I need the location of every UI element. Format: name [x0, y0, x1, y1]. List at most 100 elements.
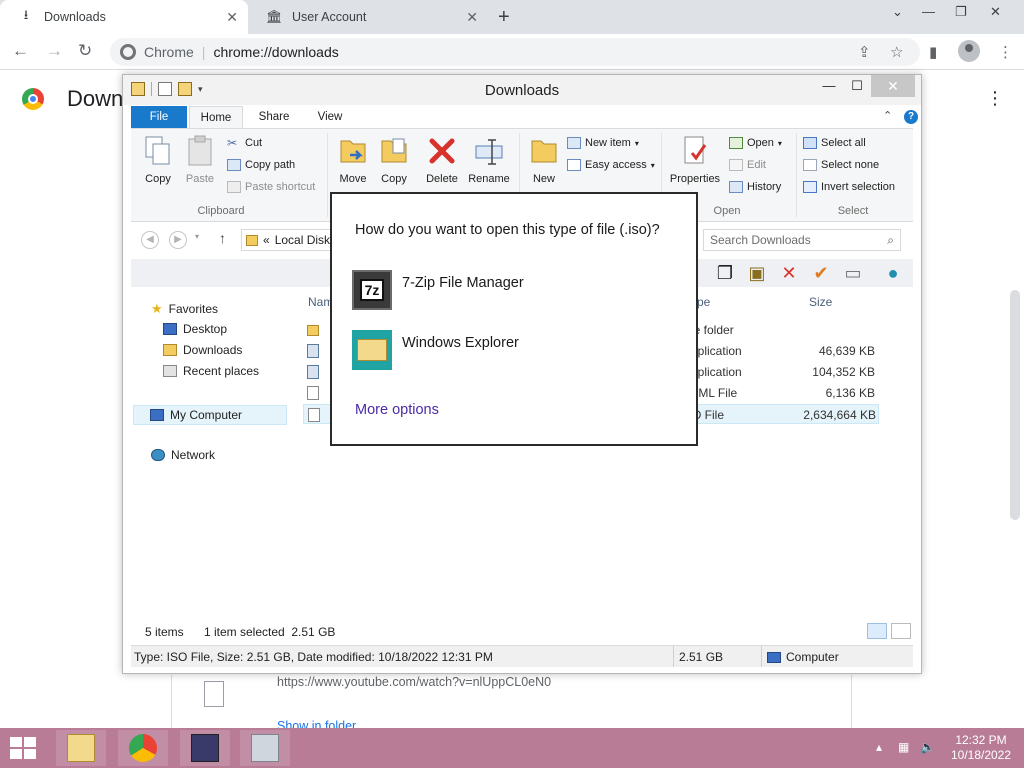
chevron-down-icon[interactable]: ⌄	[892, 4, 903, 20]
select-none-button[interactable]: Select none	[803, 159, 879, 171]
easy-access-button[interactable]: Easy access ▾	[567, 159, 655, 171]
up-arrow-icon[interactable]: ↑	[219, 230, 226, 246]
new-folder-button[interactable]: New folder	[525, 135, 563, 186]
nav-downloads[interactable]: Downloads	[163, 343, 242, 357]
back-button[interactable]: ←	[12, 41, 29, 61]
tab-title: User Account	[292, 10, 367, 24]
start-button[interactable]	[10, 737, 38, 761]
easy-access-icon	[567, 159, 581, 171]
nav-favorites[interactable]: ★ Favorites	[151, 301, 218, 317]
select-all-button[interactable]: Select all	[803, 137, 866, 149]
recent-locations-icon[interactable]: ▾	[195, 232, 199, 241]
tray-expand-icon[interactable]: ▴	[876, 740, 882, 754]
back-button[interactable]: ◀	[141, 231, 159, 249]
copy-button[interactable]: Copy	[141, 135, 175, 185]
folder-icon	[307, 325, 319, 336]
collapse-ribbon-icon[interactable]: ⌃	[883, 109, 892, 122]
checkmark-icon[interactable]: ✔	[811, 263, 831, 283]
taskbar-file-explorer[interactable]	[56, 730, 106, 766]
window-close-button[interactable]: ✕	[990, 4, 1001, 20]
desktop-icon	[163, 323, 177, 335]
rename-button[interactable]: Rename	[467, 135, 511, 185]
move-to-button[interactable]: Move to	[335, 135, 371, 186]
share-icon[interactable]: ⇪	[858, 43, 871, 61]
new-folder-icon	[531, 140, 557, 163]
new-tab-button[interactable]: +	[498, 6, 510, 29]
option-windows-explorer[interactable]: Windows Explorer	[352, 330, 519, 370]
restore-button[interactable]: ❐	[955, 4, 967, 20]
close-icon[interactable]: ✕	[226, 9, 238, 26]
profile-avatar[interactable]	[958, 40, 980, 62]
taskbar-movie-maker[interactable]	[180, 730, 230, 766]
system-clock[interactable]: 12:32 PM 10/18/2022	[946, 733, 1016, 763]
browser-tab-strip: ⭳ Downloads ✕ 🏛 User Account ✕ + ⌄ — ❐ ✕	[0, 0, 1024, 34]
cut-button[interactable]: ✂ Cut	[227, 137, 262, 149]
reload-button[interactable]: ↻	[78, 41, 92, 61]
minimize-button[interactable]: —	[815, 75, 843, 97]
address-bar[interactable]: Chrome | chrome://downloads	[110, 38, 920, 66]
html-file-icon	[307, 386, 319, 400]
explorer-address-bar[interactable]: « Local Disk	[241, 229, 341, 251]
side-panel-icon[interactable]: ▮	[929, 43, 937, 61]
edit-icon	[729, 159, 743, 171]
nav-desktop[interactable]: Desktop	[163, 322, 227, 336]
explorer-search-input[interactable]: Search Downloads ⌕	[703, 229, 901, 251]
paste-icon[interactable]: ▣	[747, 263, 767, 283]
globe-icon[interactable]: ●	[883, 263, 903, 283]
tab-view[interactable]: View	[303, 106, 357, 128]
copy-path-button[interactable]: Copy path	[227, 159, 295, 171]
bookmark-star-icon[interactable]: ☆	[890, 43, 903, 61]
invert-selection-button[interactable]: Invert selection	[803, 181, 895, 193]
edit-button[interactable]: Edit	[729, 159, 766, 171]
nav-recent-places[interactable]: Recent places	[163, 364, 259, 378]
tab-share[interactable]: Share	[247, 106, 301, 128]
taskbar-chrome[interactable]	[118, 730, 168, 766]
help-icon[interactable]: ?	[904, 110, 918, 124]
paste-button[interactable]: Paste	[181, 135, 219, 185]
tab-user-account[interactable]: 🏛 User Account ✕	[248, 0, 488, 34]
open-button[interactable]: Open ▾	[729, 137, 782, 149]
paste-shortcut-button[interactable]: Paste shortcut	[227, 181, 315, 193]
tab-home[interactable]: Home	[189, 106, 243, 128]
download-url[interactable]: https://www.youtube.com/watch?v=nlUppCL0…	[277, 675, 551, 689]
copy-to-button[interactable]: Copy to	[377, 135, 411, 186]
delete-icon[interactable]: ✕	[779, 263, 799, 283]
page-title: Down	[67, 86, 124, 111]
large-icons-view-button[interactable]	[891, 623, 911, 639]
volume-icon[interactable]: 🔈	[920, 740, 935, 754]
network-icon	[151, 449, 165, 461]
history-icon	[729, 181, 743, 193]
taskbar: ▴ ▦ 🔈 12:32 PM 10/18/2022	[0, 728, 1024, 768]
nav-network[interactable]: Network	[151, 448, 215, 462]
more-options-link[interactable]: More options	[355, 402, 439, 418]
page-scrollbar[interactable]	[1010, 290, 1020, 520]
explorer-title-bar[interactable]: ▾ Downloads — ☐ ✕	[123, 75, 921, 105]
details-view-button[interactable]	[867, 623, 887, 639]
column-size[interactable]: Size	[809, 295, 832, 309]
maximize-button[interactable]: ☐	[843, 75, 871, 97]
minimize-button[interactable]: —	[922, 4, 935, 19]
forward-button[interactable]: ▶	[169, 231, 187, 249]
navigation-pane: ★ Favorites Desktop Downloads Recent pla…	[131, 291, 291, 621]
open-icon	[729, 137, 743, 149]
network-icon[interactable]: ▦	[898, 740, 909, 754]
menu-kebab-icon[interactable]: ⋮	[998, 43, 1013, 61]
delete-button[interactable]: Delete	[423, 135, 461, 185]
explorer-close-button[interactable]: ✕	[871, 75, 915, 97]
option-7zip[interactable]: 7z 7-Zip File Manager	[352, 270, 524, 310]
properties-button[interactable]: Properties	[667, 135, 723, 185]
invert-selection-icon	[803, 181, 817, 193]
taskbar-recycle[interactable]	[240, 730, 290, 766]
close-icon[interactable]: ✕	[466, 9, 478, 26]
copy-icon[interactable]: ❐	[715, 263, 735, 283]
rename-icon[interactable]: ▭	[843, 263, 863, 283]
forward-button[interactable]: →	[46, 41, 63, 61]
nav-my-computer[interactable]: My Computer	[133, 405, 287, 425]
tab-file[interactable]: File	[131, 106, 187, 128]
chevron-down-icon: ▾	[634, 138, 639, 148]
history-button[interactable]: History	[729, 181, 781, 193]
more-actions-icon[interactable]: ⋮	[986, 88, 1004, 109]
delete-icon	[429, 138, 455, 164]
new-item-button[interactable]: New item ▾	[567, 137, 639, 149]
tab-downloads[interactable]: ⭳ Downloads ✕	[0, 0, 248, 34]
